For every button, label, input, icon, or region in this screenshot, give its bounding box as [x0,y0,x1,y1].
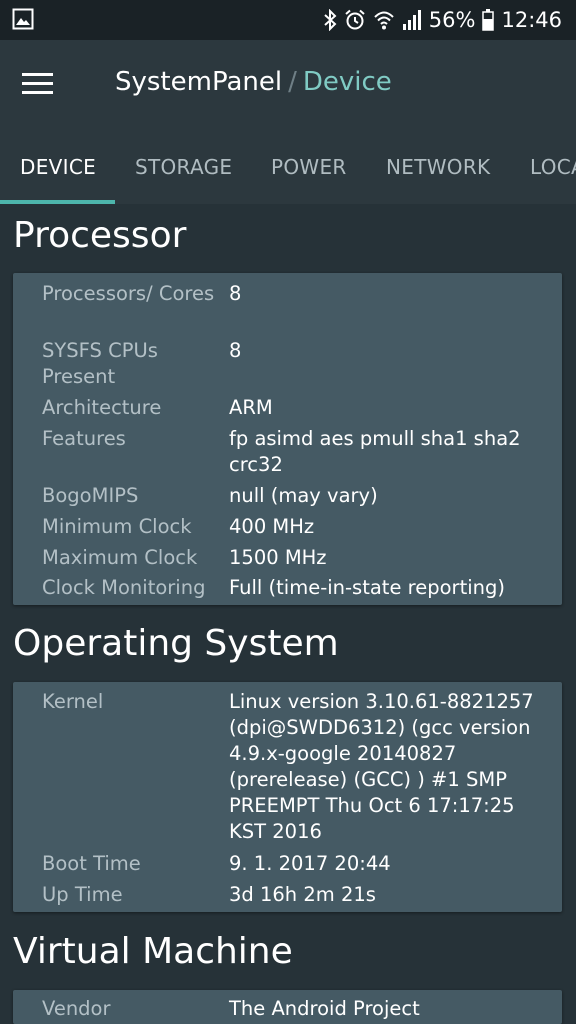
info-label: Architecture [42,396,162,419]
tab-indicator [0,200,115,204]
info-value: null (may vary) [229,484,378,507]
page-name: Device [302,67,392,97]
info-value: 3d 16h 2m 21s [229,883,376,906]
tab-device[interactable]: DEVICE [20,128,96,204]
app-bar: SystemPanel / Device [0,40,576,128]
title-separator: / [288,67,297,97]
info-label: Up Time [42,883,123,906]
page-title: SystemPanel / Device [115,67,392,97]
info-value: 1500 MHz [229,546,327,569]
status-time: 12:46 [501,8,562,32]
info-value: Full (time-in-state reporting) [229,576,505,599]
info-value: 8 [229,339,242,362]
info-value: 9. 1. 2017 20:44 [229,852,391,875]
app-name: SystemPanel [115,67,283,97]
info-label: Processors/ Cores [42,282,215,305]
section-title-virtual-machine: Virtual Machine [13,931,293,972]
info-value: The Android Project [229,997,420,1020]
info-label: BogoMIPS [42,484,139,507]
image-icon [12,8,34,34]
info-label: Minimum Clock [42,515,192,538]
signal-icon [402,10,422,30]
battery-percent: 56% [428,8,476,32]
tab-network[interactable]: NETWORK [386,128,490,204]
info-label: Kernel [42,690,104,713]
operating-system-card: Kernel Linux version 3.10.61-8821257 (dp… [13,682,562,912]
section-title-processor: Processor [13,215,187,256]
info-value: 8 [229,282,242,305]
info-value: ARM [229,396,273,419]
info-label: Boot Time [42,852,141,875]
info-value: fp asimd aes pmull sha1 sha2 crc32 [229,427,521,476]
alarm-icon [344,9,366,31]
battery-icon [482,9,495,31]
section-title-operating-system: Operating System [13,623,339,664]
processor-card: Processors/ Cores 8 SYSFS CPUs Present 8… [13,273,562,605]
info-label: Features [42,427,126,450]
info-label: Maximum Clock [42,546,198,569]
virtual-machine-card: Vendor The Android Project [13,990,562,1024]
tab-storage[interactable]: STORAGE [135,128,232,204]
info-value: Linux version 3.10.61-8821257 (dpi@SWDD6… [229,690,534,843]
tab-bar: DEVICE STORAGE POWER NETWORK LOCA [0,128,576,204]
bluetooth-icon [323,9,337,31]
info-label: SYSFS CPUs Present [42,339,158,388]
info-label: Vendor [42,997,111,1020]
status-bar: 56% 12:46 [0,0,576,40]
info-label: Clock Monitoring [42,576,206,599]
info-value: 400 MHz [229,515,315,538]
wifi-icon [373,9,395,31]
tab-power[interactable]: POWER [271,128,347,204]
tab-location[interactable]: LOCA [530,128,576,204]
hamburger-menu-icon[interactable] [14,62,62,106]
